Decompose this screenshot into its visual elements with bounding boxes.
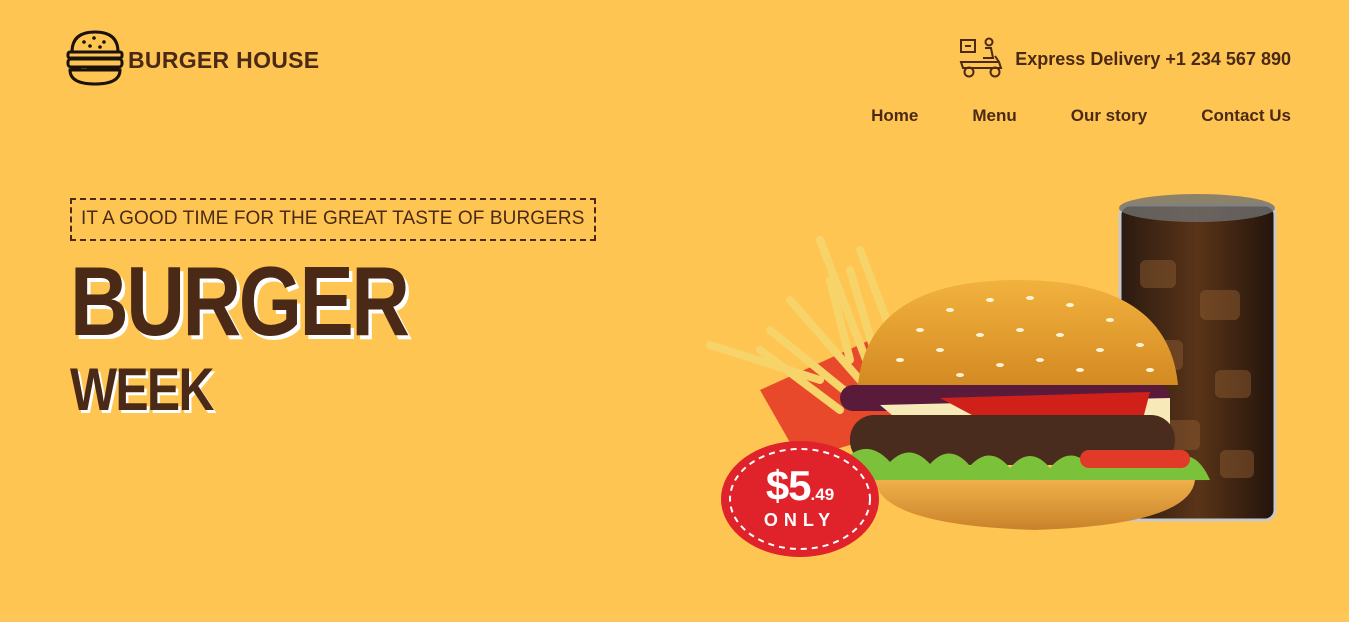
price-amount: $5.49 <box>720 462 880 510</box>
price-note: ONLY <box>763 510 837 530</box>
burger-icon <box>66 28 124 93</box>
express-delivery: Express Delivery +1 234 567 890 <box>959 36 1291 83</box>
nav-contact-us[interactable]: Contact Us <box>1201 106 1291 126</box>
nav-our-story[interactable]: Our story <box>1071 106 1148 126</box>
hero-tagline: IT A GOOD TIME FOR THE GREAT TASTE OF BU… <box>70 198 596 241</box>
bottom-divider <box>0 612 1349 622</box>
headline-week: WEEK <box>70 356 214 423</box>
headline-burger: BURGER <box>70 246 410 356</box>
main-nav: Home Menu Our story Contact Us <box>871 106 1291 126</box>
nav-menu[interactable]: Menu <box>972 106 1016 126</box>
price-cents: .49 <box>810 485 835 504</box>
brand-name: BURGER HOUSE <box>128 47 320 73</box>
delivery-scooter-icon <box>959 36 1005 83</box>
price-dollars: $5 <box>765 462 812 509</box>
brand-logo-link[interactable]: BURGER HOUSE <box>66 28 319 93</box>
delivery-text: Express Delivery +1 234 567 890 <box>1015 49 1291 69</box>
price-badge: $5.49 ONLY <box>720 440 880 558</box>
hero-headline: BURGER WEEK <box>70 246 477 420</box>
nav-home[interactable]: Home <box>871 106 918 126</box>
landing-page: BURGER HOUSE Express Delivery +1 234 567… <box>0 0 1349 622</box>
